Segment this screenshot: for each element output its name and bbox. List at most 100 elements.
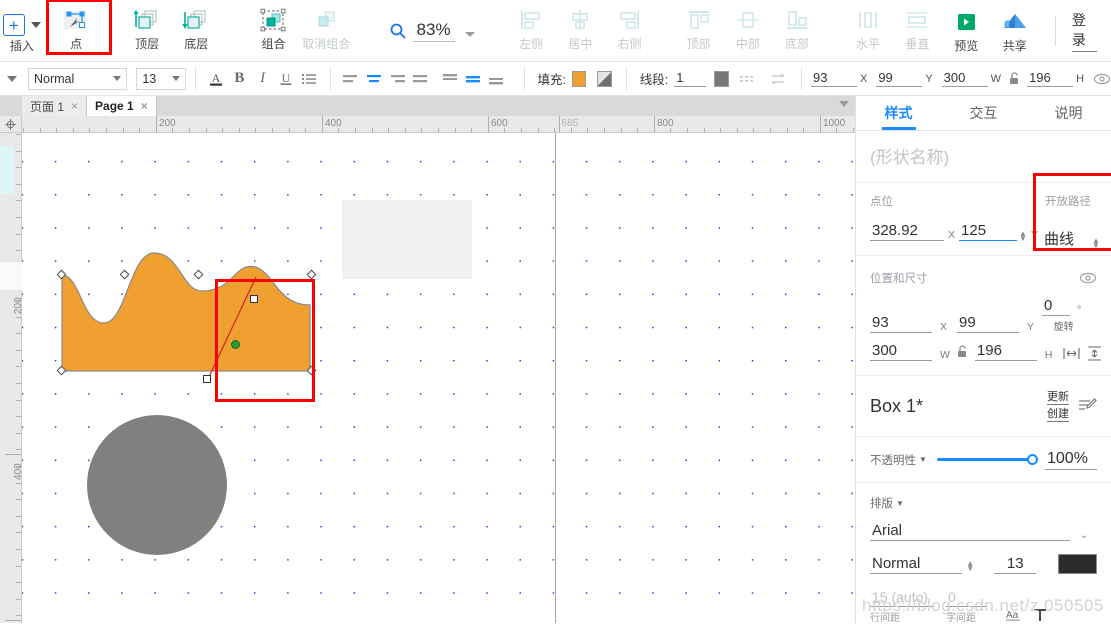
rotation-input[interactable] [1042, 296, 1071, 316]
font-color-swatch[interactable] [1058, 554, 1097, 574]
caret-down-icon[interactable]: ▼ [896, 499, 904, 508]
text-align-justify-icon[interactable] [409, 67, 432, 91]
wave-shape[interactable] [60, 205, 316, 375]
bullet-list-icon[interactable] [297, 67, 320, 91]
font-size-input[interactable] [994, 554, 1037, 574]
width-input[interactable] [941, 70, 988, 87]
insert-button[interactable]: + 插入 [0, 0, 44, 58]
plus-icon[interactable]: + [2, 14, 25, 36]
chevron-down-icon[interactable]: ⌄ [1080, 530, 1088, 541]
font-size-select[interactable]: 13 [136, 67, 186, 90]
spinner-icon[interactable]: ▲ ▼ [966, 560, 974, 573]
tool-align-left[interactable]: 左侧 [507, 0, 556, 58]
flip-horizontal-icon[interactable] [1062, 346, 1080, 361]
shape-name-input[interactable]: (形状名称) [856, 131, 1111, 183]
spinner-icon[interactable]: ▲ ▼ [1019, 230, 1027, 243]
create-link[interactable]: 创建 [1047, 407, 1069, 422]
x-position-input[interactable] [810, 70, 857, 87]
line-width-input[interactable] [674, 70, 707, 87]
dashed-line-icon[interactable] [737, 67, 760, 91]
edit-pencil-icon[interactable] [1077, 396, 1097, 416]
horizontal-ruler[interactable]: 200 400 600 685 800 1000 [22, 116, 855, 133]
caret-down-icon[interactable]: ▼ [919, 455, 927, 464]
tool-bring-to-front[interactable]: 顶层 [123, 0, 172, 58]
text-align-center-icon[interactable] [363, 67, 386, 91]
vertical-align-middle-icon[interactable] [461, 67, 484, 91]
tool-preview[interactable]: 预览 [942, 2, 990, 60]
vertical-align-bottom-icon[interactable] [484, 67, 507, 91]
tool-align-center[interactable]: 居中 [556, 0, 605, 58]
close-icon[interactable]: × [141, 99, 148, 113]
tool-distribute-vertical[interactable]: 垂直 [893, 0, 942, 58]
chevron-down-icon[interactable] [839, 101, 849, 107]
update-link[interactable]: 更新 [1047, 390, 1069, 405]
tool-align-middle[interactable]: 中部 [723, 0, 772, 58]
tab-interaction[interactable]: 交互 [941, 96, 1026, 130]
text-case-icon[interactable]: Aa [1004, 606, 1026, 624]
tool-share[interactable]: 共享 [990, 2, 1038, 60]
italic-icon[interactable]: I [251, 67, 274, 91]
fill-color-swatch[interactable] [571, 70, 587, 87]
height-input[interactable] [1027, 70, 1074, 87]
tool-align-right[interactable]: 右侧 [605, 0, 654, 58]
login-button[interactable]: 登录 [1071, 10, 1097, 52]
tool-group[interactable]: 组合 [249, 0, 298, 58]
insert-plus-group[interactable]: + [2, 6, 41, 36]
bezier-handle-lower[interactable] [203, 375, 211, 383]
eye-icon[interactable] [1079, 271, 1097, 285]
design-stage[interactable] [22, 133, 855, 623]
zoom-value[interactable]: 83% [412, 20, 455, 42]
page-tab-1[interactable]: Page 1 × [87, 96, 157, 116]
text-align-right-icon[interactable] [386, 67, 409, 91]
point-y-input[interactable] [959, 221, 1018, 241]
zoom-control[interactable]: 83% [385, 0, 479, 62]
text-style-select[interactable]: Normal [28, 67, 128, 90]
point-x-input[interactable] [870, 221, 944, 241]
position-y-input[interactable] [957, 313, 1020, 333]
format-overflow-chevron-icon[interactable] [7, 75, 17, 82]
font-family-select[interactable]: Arial [870, 521, 1070, 541]
line-color-swatch[interactable] [714, 70, 729, 87]
flip-vertical-icon[interactable] [1086, 346, 1103, 361]
tool-point[interactable]: 点 [45, 0, 112, 58]
close-icon[interactable]: × [71, 99, 78, 113]
gray-rectangle[interactable] [342, 200, 472, 279]
active-point-marker[interactable] [231, 340, 240, 349]
opacity-slider[interactable] [936, 454, 1038, 465]
opacity-value-input[interactable] [1045, 449, 1097, 470]
curve-type-select[interactable]: 曲线 [1042, 227, 1086, 251]
tab-style[interactable]: 样式 [856, 96, 941, 130]
font-color-icon[interactable]: A [205, 67, 228, 91]
lock-open-icon[interactable] [1008, 71, 1021, 86]
arrow-style-icon[interactable] [766, 67, 789, 91]
size-width-input[interactable] [870, 341, 932, 361]
chevron-down-icon[interactable] [464, 31, 475, 37]
text-decoration-icon[interactable] [1032, 606, 1048, 624]
underline-icon[interactable]: U [274, 67, 297, 91]
letter-spacing-input[interactable]: 0 [946, 588, 986, 607]
size-height-input[interactable] [974, 341, 1037, 361]
vertical-ruler[interactable]: 200400600 [0, 133, 22, 623]
gradient-swatch-icon[interactable] [597, 70, 612, 87]
lock-open-icon[interactable] [956, 344, 969, 359]
tab-notes[interactable]: 说明 [1026, 96, 1111, 130]
tool-align-bottom[interactable]: 底部 [772, 0, 821, 58]
ruler-origin-icon[interactable] [0, 116, 22, 133]
eye-icon[interactable] [1093, 72, 1111, 86]
tool-ungroup[interactable]: 取消组合 [298, 0, 354, 58]
y-position-input[interactable] [876, 70, 923, 87]
bezier-handle-upper[interactable] [250, 295, 258, 303]
text-align-left-icon[interactable] [339, 67, 362, 91]
bold-icon[interactable]: B [228, 67, 251, 91]
position-x-input[interactable] [870, 313, 932, 333]
tool-align-top[interactable]: 顶部 [674, 0, 723, 58]
spinner-icon[interactable]: ▲ ▼ [1092, 237, 1100, 250]
tool-send-to-back[interactable]: 底层 [172, 0, 221, 58]
chevron-down-icon[interactable] [30, 22, 41, 28]
line-height-input[interactable]: 15 (auto) [870, 588, 934, 607]
font-weight-select[interactable]: Normal [870, 554, 963, 574]
vertical-align-top-icon[interactable] [438, 67, 461, 91]
gray-circle[interactable] [87, 415, 227, 555]
tool-distribute-horizontal[interactable]: 水平 [844, 0, 893, 58]
page-tab-0[interactable]: 页面 1 × [22, 96, 88, 116]
